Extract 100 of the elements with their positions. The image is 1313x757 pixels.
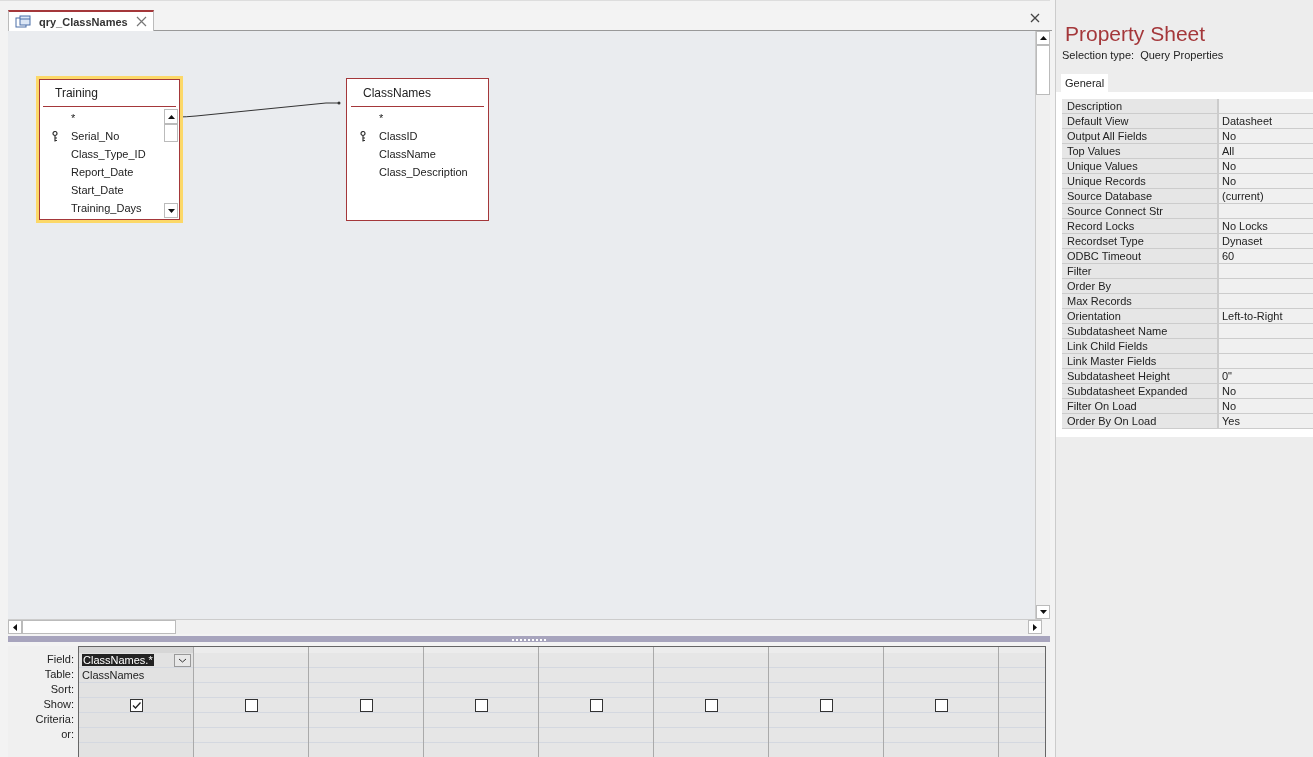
key-icon xyxy=(360,130,366,142)
dropdown-icon[interactable] xyxy=(174,653,191,667)
table-title: ClassNames xyxy=(351,79,484,107)
scroll-left-button[interactable] xyxy=(8,620,22,634)
field-name[interactable]: Serial_No xyxy=(71,130,120,142)
property-name: Subdatasheet Name xyxy=(1062,324,1219,339)
triangle-down-icon xyxy=(1039,610,1047,614)
close-icon[interactable] xyxy=(1030,13,1040,23)
show-checkbox[interactable] xyxy=(819,698,833,712)
property-name: Filter On Load xyxy=(1062,399,1219,414)
triangle-up-icon xyxy=(1039,36,1047,40)
document-tab[interactable]: qry_ClassNames xyxy=(8,10,154,31)
property-value-field[interactable]: No xyxy=(1219,399,1313,414)
show-checkbox[interactable] xyxy=(934,698,948,712)
scroll-down-button[interactable] xyxy=(164,203,178,218)
horizontal-scrollbar[interactable] xyxy=(8,619,1042,634)
row-label: Criteria: xyxy=(34,712,75,727)
property-name: Order By xyxy=(1062,279,1219,294)
property-value-field[interactable]: No xyxy=(1219,384,1313,399)
field-name[interactable]: ClassName xyxy=(379,148,436,160)
property-value-field[interactable]: Datasheet xyxy=(1219,114,1313,129)
selection-label: Selection type: xyxy=(1062,49,1135,61)
property-value-field[interactable] xyxy=(1219,294,1313,309)
scroll-up-button[interactable] xyxy=(164,109,178,124)
property-name: Orientation xyxy=(1062,309,1219,324)
property-value-field[interactable] xyxy=(1219,354,1313,369)
triangle-down-icon xyxy=(167,208,175,213)
triangle-right-icon xyxy=(1033,623,1037,631)
property-name: Default View xyxy=(1062,114,1219,129)
property-name: Max Records xyxy=(1062,294,1219,309)
scroll-up-button[interactable] xyxy=(1036,31,1050,45)
field-name[interactable]: Start_Date xyxy=(71,184,124,196)
property-name: Order By On Load xyxy=(1062,414,1219,429)
property-name: Subdatasheet Height xyxy=(1062,369,1219,384)
row-label: Sort: xyxy=(49,682,75,697)
property-name: Description xyxy=(1062,99,1219,114)
table-box[interactable]: Training * Serial_No Class_Type_ID Report_Date Start_Date Training_Days xyxy=(36,76,183,223)
scroll-down-button[interactable] xyxy=(1036,605,1050,619)
row-label: Field: xyxy=(46,652,75,667)
panel-title: Property Sheet xyxy=(1064,22,1207,46)
query-icon xyxy=(15,14,31,29)
property-value-field[interactable]: Dynaset xyxy=(1219,234,1313,249)
selection-type: Query Properties xyxy=(1140,49,1224,61)
scroll-thumb[interactable] xyxy=(22,620,176,634)
scroll-right-button[interactable] xyxy=(1028,620,1042,634)
field-name[interactable]: Training_Days xyxy=(71,202,142,214)
property-value-field[interactable]: Left-to-Right xyxy=(1219,309,1313,324)
row-label: or: xyxy=(60,727,75,742)
property-name: Output All Fields xyxy=(1062,129,1219,144)
property-value-field[interactable]: No xyxy=(1219,129,1313,144)
property-name: Recordset Type xyxy=(1062,234,1219,249)
property-value-field[interactable] xyxy=(1219,339,1313,354)
scroll-thumb[interactable] xyxy=(1036,45,1050,95)
property-tab[interactable]: General xyxy=(1061,74,1109,92)
property-value-field[interactable] xyxy=(1219,264,1313,279)
show-checkbox[interactable] xyxy=(244,698,258,712)
property-value-field[interactable]: No xyxy=(1219,174,1313,189)
property-value-field[interactable]: No xyxy=(1219,159,1313,174)
property-name: Source Connect Str xyxy=(1062,204,1219,219)
grid-column[interactable]: ClassNames.* ClassNames xyxy=(79,647,194,757)
field-name[interactable]: Class_Type_ID xyxy=(71,148,146,160)
show-checkbox[interactable] xyxy=(474,698,488,712)
row-label: Table: xyxy=(43,667,75,682)
field-name[interactable]: Report_Date xyxy=(71,166,134,178)
table-value: ClassNames xyxy=(82,669,145,681)
scroll-thumb[interactable] xyxy=(164,124,178,142)
property-name: Record Locks xyxy=(1062,219,1219,234)
property-name: Unique Records xyxy=(1062,174,1219,189)
row-label: Show: xyxy=(42,697,75,712)
property-value-field[interactable]: (current) xyxy=(1219,189,1313,204)
property-name: Filter xyxy=(1062,264,1219,279)
property-value-field[interactable]: All xyxy=(1219,144,1313,159)
field-value[interactable]: ClassNames.* xyxy=(82,654,154,666)
property-name: Link Child Fields xyxy=(1062,339,1219,354)
property-value-field[interactable] xyxy=(1219,324,1313,339)
scrollbar[interactable] xyxy=(164,109,178,218)
field-name[interactable]: Class_Description xyxy=(379,166,468,178)
property-value-field[interactable]: 0" xyxy=(1219,369,1313,384)
triangle-up-icon xyxy=(167,114,175,119)
property-name: Subdatasheet Expanded xyxy=(1062,384,1219,399)
property-value-field[interactable]: Yes xyxy=(1219,414,1313,429)
show-checkbox[interactable] xyxy=(129,698,143,712)
field-name[interactable]: * xyxy=(71,112,76,124)
property-value-field[interactable]: 60 xyxy=(1219,249,1313,264)
vertical-scrollbar[interactable] xyxy=(1035,31,1050,619)
property-name: ODBC Timeout xyxy=(1062,249,1219,264)
show-checkbox[interactable] xyxy=(704,698,718,712)
property-value-field[interactable] xyxy=(1219,204,1313,219)
triangle-left-icon xyxy=(13,623,17,631)
property-name: Source Database xyxy=(1062,189,1219,204)
show-checkbox[interactable] xyxy=(359,698,373,712)
show-checkbox[interactable] xyxy=(589,698,603,712)
property-name: Top Values xyxy=(1062,144,1219,159)
property-value-field[interactable] xyxy=(1219,279,1313,294)
close-icon[interactable] xyxy=(135,16,147,27)
table-box[interactable]: ClassNames * ClassID ClassName Class_Description xyxy=(346,78,489,221)
field-name[interactable]: * xyxy=(379,112,384,124)
property-value-field[interactable]: No Locks xyxy=(1219,219,1313,234)
property-value-field[interactable] xyxy=(1219,99,1313,114)
field-name[interactable]: ClassID xyxy=(379,130,418,142)
